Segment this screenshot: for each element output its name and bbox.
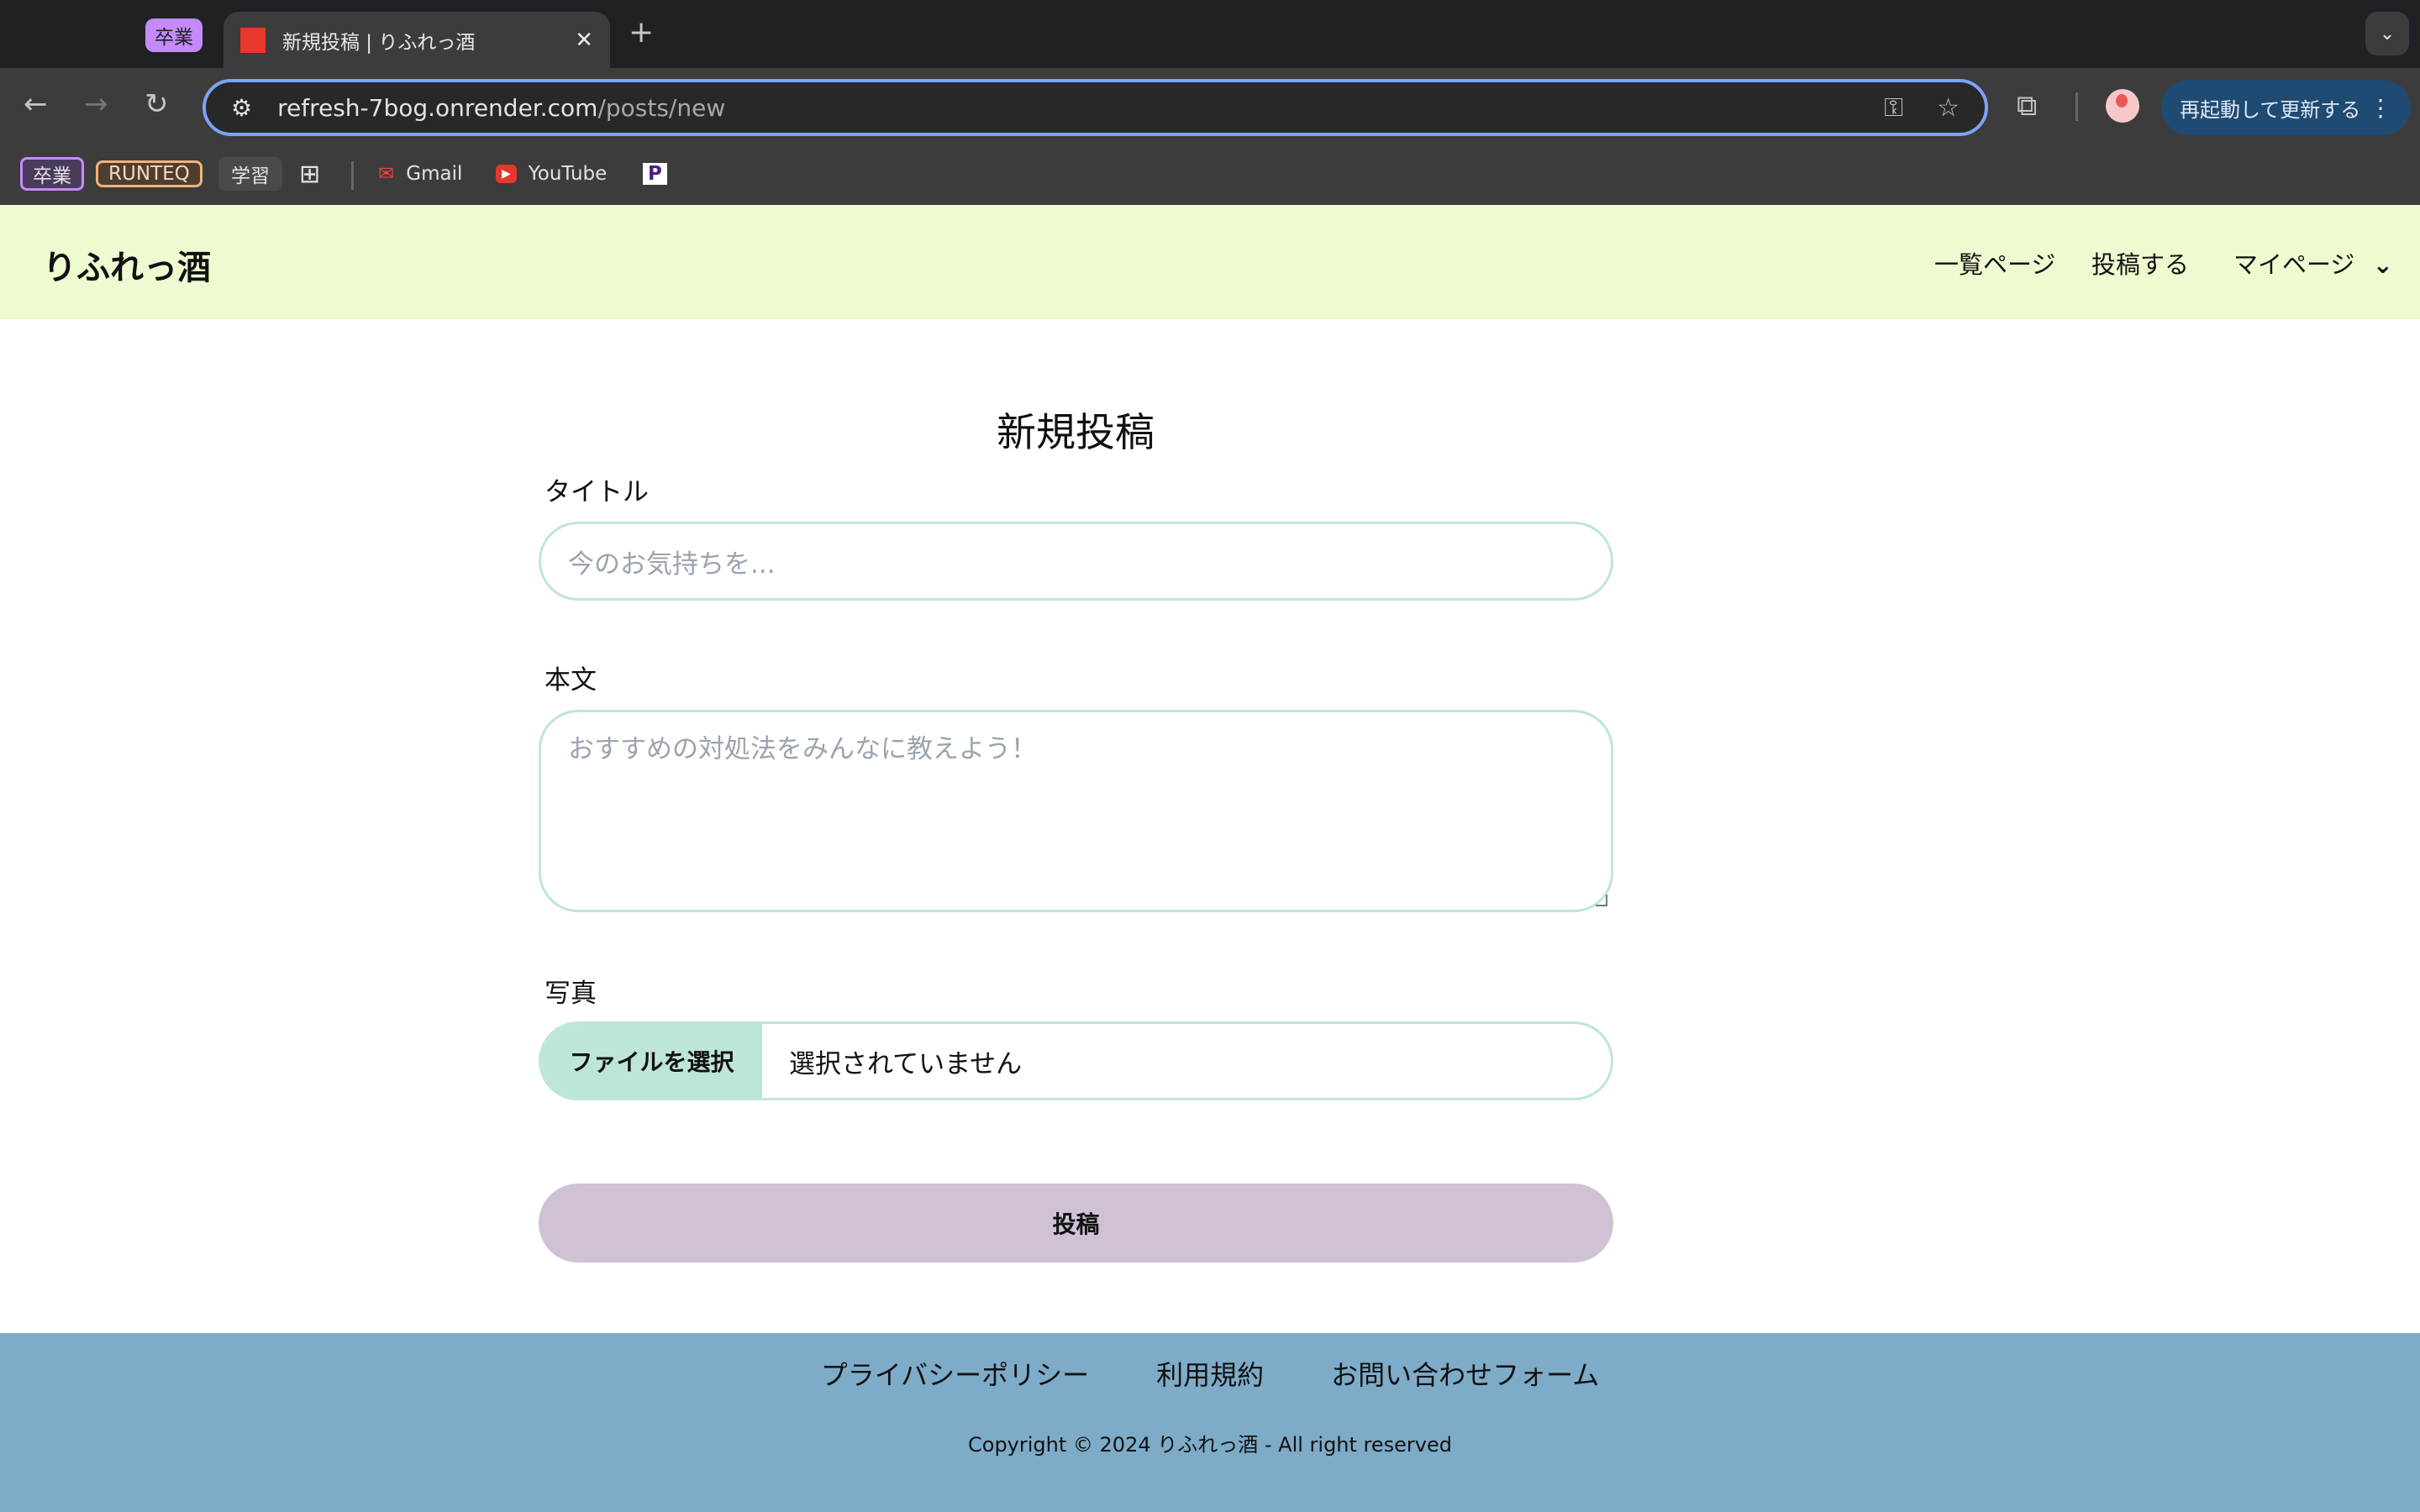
title-label: タイトル <box>544 477 649 507</box>
relaunch-button[interactable]: 再起動して更新する ⋮ <box>2161 80 2411 135</box>
title-input[interactable]: 今のお気持ちを... <box>539 522 1613 601</box>
url-path: /posts/new <box>597 93 726 122</box>
tab-group-chip[interactable]: 卒業 <box>145 18 203 52</box>
bookmark-favicon-icon: P <box>643 163 667 185</box>
tab-title: 新規投稿 | りふれっ酒 <box>282 31 476 54</box>
active-tab[interactable]: 新規投稿 | りふれっ酒 ✕ <box>224 12 610 68</box>
privacy-policy-link[interactable]: プライバシーポリシー <box>821 1354 1089 1393</box>
bookmark-folder-runteq[interactable]: RUNTEQ <box>96 160 203 187</box>
nav-mypage-label: マイページ <box>2233 250 2355 279</box>
footer-links: プライバシーポリシー 利用規約 お問い合わせフォーム <box>0 1354 2420 1393</box>
divider <box>2075 92 2078 121</box>
site-settings-icon[interactable]: ⚙ <box>231 94 252 122</box>
address-bar[interactable]: ⚙ refresh-7bog.onrender.com/posts/new ⚿ ☆ <box>203 79 1988 136</box>
youtube-icon: ▶ <box>496 165 517 183</box>
key-icon[interactable]: ⚿ <box>1884 93 1903 123</box>
bookmark-label: Gmail <box>406 163 463 185</box>
chevron-down-icon: ⌄ <box>2372 250 2393 279</box>
choose-file-button[interactable]: ファイルを選択 <box>541 1024 762 1098</box>
bookmark-folder-gakushu[interactable]: 学習 <box>218 157 282 191</box>
divider <box>351 161 354 190</box>
forward-icon[interactable]: → <box>84 87 108 121</box>
apps-grid-icon[interactable]: ⊞ <box>299 158 320 190</box>
bookmark-folder-sotsugyo[interactable]: 卒業 <box>20 157 84 191</box>
close-tab-icon[interactable]: ✕ <box>575 28 593 53</box>
relaunch-label: 再起動して更新する <box>2180 97 2361 122</box>
photo-file-input[interactable]: ファイルを選択 選択されていません <box>539 1021 1613 1100</box>
profile-avatar[interactable] <box>2106 89 2139 123</box>
body-label: 本文 <box>544 665 597 696</box>
favicon-icon <box>240 27 266 53</box>
gmail-icon: ✉ <box>378 163 395 185</box>
resize-handle[interactable] <box>1596 895 1607 906</box>
site-logo[interactable]: りふれっ酒 <box>43 240 211 289</box>
page-title: 新規投稿 <box>997 410 1155 456</box>
back-icon[interactable]: ← <box>24 87 48 121</box>
nav-list-page[interactable]: 一覧ページ <box>1934 245 2055 281</box>
more-icon[interactable]: ⋮ <box>2369 94 2392 122</box>
bookmark-label: YouTube <box>528 163 608 185</box>
tab-search-button[interactable]: ⌄ <box>2365 12 2409 55</box>
new-tab-button[interactable]: + <box>629 15 654 50</box>
star-icon[interactable]: ☆ <box>1937 93 1960 123</box>
nav-new-post[interactable]: 投稿する <box>2091 245 2189 281</box>
submit-button[interactable]: 投稿 <box>539 1184 1613 1263</box>
copyright: Copyright © 2024 りふれっ酒 - All right reser… <box>968 1433 1452 1457</box>
bookmark-extra[interactable]: P <box>643 158 667 190</box>
photo-label: 写真 <box>544 979 597 1009</box>
url-host: refresh-7bog.onrender.com <box>277 93 598 122</box>
terms-link[interactable]: 利用規約 <box>1156 1354 1264 1393</box>
body-textarea[interactable]: おすすめの対処法をみんなに教えよう！ <box>539 710 1613 912</box>
body-placeholder: おすすめの対処法をみんなに教えよう！ <box>568 734 1037 764</box>
contact-form-link[interactable]: お問い合わせフォーム <box>1331 1354 1599 1393</box>
reload-icon[interactable]: ↻ <box>145 87 169 121</box>
bookmark-gmail[interactable]: ✉ Gmail <box>378 158 462 190</box>
nav-mypage[interactable]: マイページ ⌄ <box>2233 245 2393 281</box>
bookmark-youtube[interactable]: ▶ YouTube <box>496 158 607 190</box>
extensions-icon[interactable]: ⧉ <box>2017 89 2037 123</box>
site-header <box>0 205 2420 319</box>
file-status: 選択されていません <box>789 1048 1023 1079</box>
